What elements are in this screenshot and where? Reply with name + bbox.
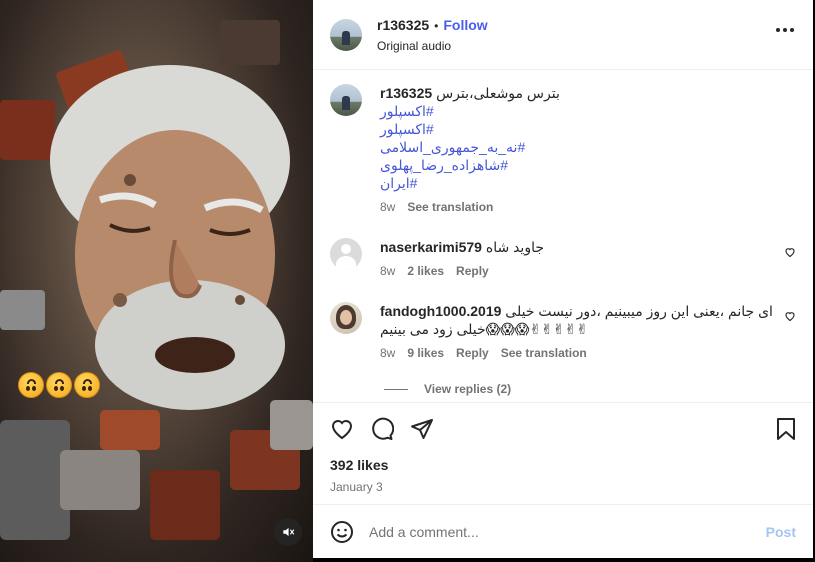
comment-bubble-icon[interactable] [370, 417, 394, 441]
like-heart-icon[interactable] [330, 417, 354, 441]
author-avatar[interactable] [330, 18, 362, 51]
comment-likes[interactable]: 9 likes [407, 344, 444, 362]
see-translation-button[interactable]: See translation [501, 344, 587, 362]
media-image [0, 20, 313, 540]
window-bottom-edge [313, 558, 813, 562]
see-translation-button[interactable]: See translation [407, 198, 493, 216]
emoji-smile-icon[interactable] [330, 520, 354, 544]
comments-section[interactable]: r136325 بترس موشعلی،بترس #اکسپلور #اکسپل… [313, 70, 813, 402]
caption-username[interactable]: r136325 [380, 85, 432, 101]
commenter-avatar[interactable] [330, 238, 362, 270]
separator-dot: • [434, 18, 439, 33]
reply-button[interactable]: Reply [456, 262, 489, 280]
caption-text: بترس موشعلی،بترس [436, 85, 560, 101]
share-send-icon[interactable] [410, 417, 434, 441]
emoji-overlay [18, 372, 100, 398]
post-date[interactable]: January 3 [330, 480, 796, 494]
add-comment-bar: Post [313, 504, 813, 558]
save-bookmark-icon[interactable] [776, 417, 796, 446]
post-comment-button[interactable]: Post [766, 524, 796, 540]
likes-count[interactable]: 392 likes [330, 457, 796, 473]
reply-button[interactable]: Reply [456, 344, 489, 362]
view-replies-label: View replies (2) [424, 382, 512, 396]
author-username[interactable]: r136325 [377, 17, 429, 33]
action-bar: 392 likes January 3 [313, 402, 813, 504]
hashtag-link[interactable]: #اکسپلور [380, 120, 776, 138]
comment-age[interactable]: 8w [380, 262, 395, 280]
author-avatar[interactable] [330, 84, 362, 116]
comment-likes[interactable]: 2 likes [407, 262, 444, 280]
follow-button[interactable]: Follow [443, 17, 487, 33]
hashtag-link[interactable]: #شاهزاده_رضا_پهلوی [380, 156, 776, 174]
view-replies-button[interactable]: View replies (2) [384, 382, 796, 396]
like-comment-heart-icon[interactable] [784, 246, 796, 258]
comment-input[interactable] [369, 523, 729, 540]
post-header: r136325 • Follow Original audio [313, 0, 813, 70]
hashtag-link[interactable]: #اکسپلور [380, 102, 776, 120]
commenter-avatar[interactable] [330, 302, 362, 334]
upside-down-face-emoji [74, 372, 100, 398]
hashtag-link[interactable]: #نه_به_جمهوری_اسلامی [380, 138, 776, 156]
hashtag-link[interactable]: #ایران [380, 174, 776, 192]
commenter-username[interactable]: fandogh1000.2019 [380, 303, 501, 319]
comment-age[interactable]: 8w [380, 344, 395, 362]
like-comment-heart-icon[interactable] [784, 310, 796, 322]
mute-button[interactable] [274, 518, 302, 546]
post-panel: r136325 • Follow Original audio r136325 بت… [313, 0, 813, 558]
upside-down-face-emoji [46, 372, 72, 398]
muted-speaker-icon [283, 527, 295, 537]
caption-age[interactable]: 8w [380, 198, 395, 216]
commenter-username[interactable]: naserkarimi579 [380, 239, 482, 255]
comment-item: naserkarimi579 جاوید شاه 8w 2 likes Repl… [330, 238, 796, 280]
caption: r136325 بترس موشعلی،بترس #اکسپلور #اکسپل… [330, 84, 796, 216]
upside-down-face-emoji [18, 372, 44, 398]
replies-divider [384, 388, 408, 390]
audio-label[interactable]: Original audio [377, 39, 488, 53]
post-media[interactable] [0, 0, 313, 562]
comment-text: جاوید شاه [485, 239, 545, 255]
more-options-icon[interactable] [776, 28, 794, 32]
comment-item: fandogh1000.2019 ای جانم ،یعنی این روز م… [330, 302, 796, 362]
